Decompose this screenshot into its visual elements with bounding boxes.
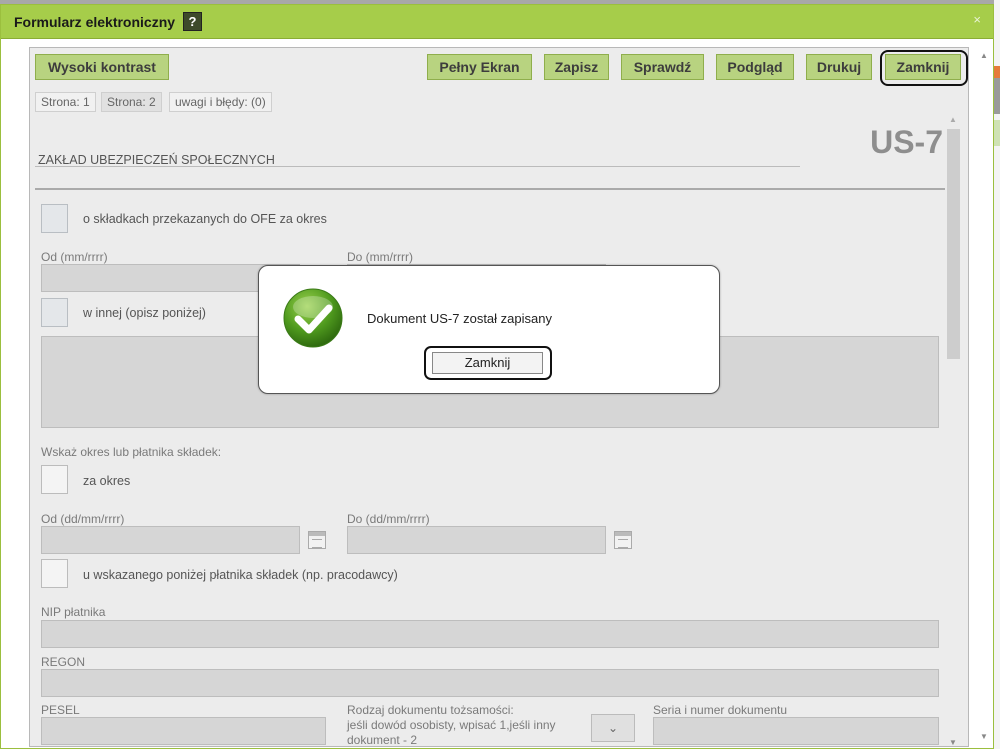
dialog-button-highlight xyxy=(424,346,552,380)
payer-checkbox[interactable] xyxy=(41,559,68,588)
title-bar: Formularz elektroniczny ? × xyxy=(1,5,993,39)
from-date-label: Od (dd/mm/rrrr) xyxy=(41,512,125,526)
scroll-up-icon[interactable]: ▲ xyxy=(980,51,988,60)
pesel-input[interactable] xyxy=(41,717,326,745)
nip-label: NIP płatnika xyxy=(41,605,106,619)
tab-page-2[interactable]: Strona: 2 xyxy=(101,92,162,112)
chevron-down-icon: ⌄ xyxy=(607,721,619,735)
period-option-label: za okres xyxy=(83,474,131,488)
to-date-label: Do (dd/mm/rrrr) xyxy=(347,512,430,526)
divider xyxy=(35,188,945,190)
doc-type-select[interactable]: ⌄ xyxy=(591,714,635,742)
scroll-up-icon[interactable]: ▲ xyxy=(949,115,957,124)
regon-label: REGON xyxy=(41,655,86,669)
doc-series-label: Seria i numer dokumentu xyxy=(653,703,788,717)
checkmark-success-icon xyxy=(283,288,343,348)
to-month-label: Do (mm/rrrr) xyxy=(347,250,413,264)
help-icon[interactable]: ? xyxy=(183,12,202,31)
save-confirmation-dialog: Dokument US-7 został zapisany Zamknij xyxy=(258,265,720,394)
background-page-edge xyxy=(994,0,1000,749)
dialog-message: Dokument US-7 został zapisany xyxy=(367,311,552,326)
save-button[interactable]: Zapisz xyxy=(544,54,609,80)
doc-type-hint-2: dokument - 2 xyxy=(347,733,418,747)
close-button-highlight xyxy=(880,50,968,86)
high-contrast-button[interactable]: Wysoki kontrast xyxy=(35,54,169,80)
organization-name: ZAKŁAD UBEZPIECZEŃ SPOŁECZNYCH xyxy=(38,153,275,167)
close-icon[interactable]: × xyxy=(973,12,981,27)
form-frame: Wysoki kontrast Pełny Ekran Zapisz Spraw… xyxy=(29,47,969,747)
ofe-checkbox[interactable] xyxy=(41,204,68,233)
other-checkbox[interactable] xyxy=(41,298,68,327)
window-title: Formularz elektroniczny xyxy=(14,14,176,30)
scroll-down-icon[interactable]: ▼ xyxy=(949,738,957,746)
period-prompt: Wskaż okres lub płatnika składek: xyxy=(41,445,222,459)
other-option-label: w innej (opisz poniżej) xyxy=(83,306,206,320)
from-month-label: Od (mm/rrrr) xyxy=(41,250,108,264)
scrollbar-thumb[interactable] xyxy=(947,129,960,359)
period-checkbox[interactable] xyxy=(41,465,68,494)
fullscreen-button[interactable]: Pełny Ekran xyxy=(427,54,532,80)
check-button[interactable]: Sprawdź xyxy=(621,54,704,80)
doc-type-label: Rodzaj dokumentu tożsamości: xyxy=(347,703,514,717)
tab-errors[interactable]: uwagi i błędy: (0) xyxy=(169,92,272,112)
outer-scrollbar[interactable]: ▲ ▼ xyxy=(976,47,992,747)
payer-option-label: u wskazanego poniżej płatnika składek (n… xyxy=(83,568,398,582)
doc-type-hint: jeśli dowód osobisty, wpisać 1,jeśli inn… xyxy=(347,718,556,732)
calendar-icon[interactable] xyxy=(308,531,326,549)
from-date-input[interactable] xyxy=(41,526,300,554)
to-date-input[interactable] xyxy=(347,526,606,554)
doc-series-input[interactable] xyxy=(653,717,939,745)
tab-page-1[interactable]: Strona: 1 xyxy=(35,92,96,112)
print-button[interactable]: Drukuj xyxy=(806,54,872,80)
form-scrollbar[interactable]: ▲ ▼ xyxy=(945,113,961,746)
pesel-label: PESEL xyxy=(41,703,80,717)
divider xyxy=(35,166,800,167)
nip-input[interactable] xyxy=(41,620,939,648)
preview-button[interactable]: Podgląd xyxy=(716,54,794,80)
ofe-option-label: o składkach przekazanych do OFE za okres xyxy=(83,212,327,226)
form-code: US-7 xyxy=(870,124,943,160)
regon-input[interactable] xyxy=(41,669,939,697)
calendar-icon[interactable] xyxy=(614,531,632,549)
scroll-down-icon[interactable]: ▼ xyxy=(980,732,988,741)
